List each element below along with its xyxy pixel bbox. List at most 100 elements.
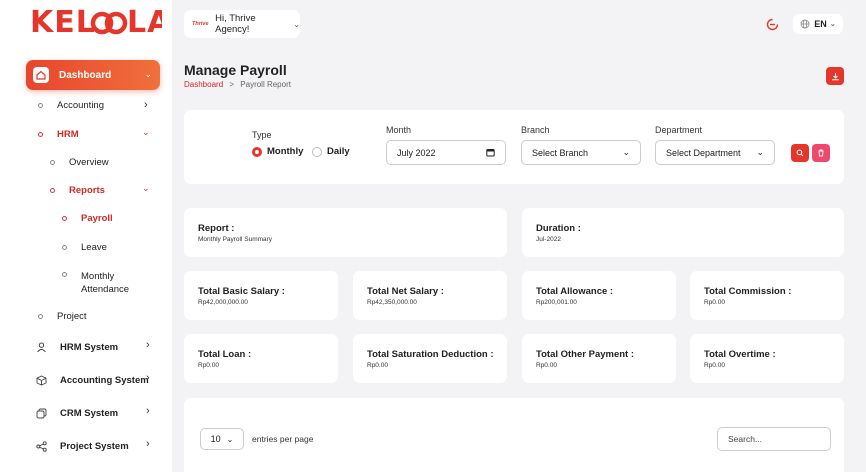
sidebar-item-label: Overview [69, 157, 109, 168]
sidebar-item-label: Leave [81, 242, 107, 253]
sidebar-item-label: Dashboard [59, 69, 112, 81]
chevron-down-icon: ⌄ [829, 21, 836, 28]
report-title: Report : [198, 223, 235, 234]
radio-unchecked-icon [312, 146, 322, 157]
sidebar-item-accounting[interactable]: Accounting [38, 100, 104, 111]
stat-card: Total Overtime : Rp0.00 [690, 334, 844, 383]
sidebar-item-hrm[interactable]: HRM [38, 129, 79, 140]
stat-value: Rp42,350,000.00 [367, 299, 417, 306]
bullet-icon [50, 188, 55, 193]
radio-daily[interactable]: Daily [312, 146, 350, 157]
stat-value: Rp42,000,000.00 [198, 299, 248, 306]
brand-logo[interactable]: KEL LA [30, 5, 170, 46]
stat-value: Rp0.00 [367, 362, 388, 369]
sidebar-item-crm-system[interactable]: CRM System [34, 406, 118, 420]
entries-label: entries per page [252, 434, 314, 444]
stat-value: Rp0.00 [536, 362, 557, 369]
month-picker[interactable]: July 2022 [386, 140, 506, 165]
stat-title: Total Loan : [198, 349, 252, 360]
chevron-down-icon: ⌄ [622, 147, 630, 157]
sidebar-item-dashboard[interactable]: Dashboard ⌄ [26, 60, 160, 90]
filter-card: Type Monthly Daily Month July 2022 Branc… [184, 110, 844, 184]
reset-button[interactable] [812, 144, 830, 162]
search-icon [796, 149, 804, 157]
bullet-icon [62, 245, 67, 250]
chevron-right-icon: › [144, 99, 148, 111]
radio-monthly[interactable]: Monthly [252, 146, 303, 157]
search-input[interactable] [717, 427, 831, 451]
sidebar-item-hrm-system[interactable]: HRM System [34, 340, 118, 354]
language-selector[interactable]: EN ⌄ [793, 14, 843, 34]
sidebar-item-label: HRM System [60, 341, 119, 353]
sidebar-item-project-system[interactable]: Project System [34, 439, 129, 453]
chevron-right-icon: › [146, 339, 150, 351]
account-switcher[interactable]: Thrive Hi, Thrive Agency! ⌄ [184, 10, 300, 38]
breadcrumb-home[interactable]: Dashboard [184, 80, 223, 89]
entries-per-page-select[interactable]: 10 ⌄ [200, 428, 244, 450]
keloola-logo-icon: KEL LA [30, 5, 170, 40]
stat-title: Total Net Salary : [367, 286, 444, 297]
sidebar-item-label: Payroll [81, 213, 113, 224]
sidebar-item-label: Accounting [57, 100, 105, 111]
radio-label: Daily [327, 146, 350, 157]
type-label: Type [252, 130, 272, 140]
sidebar-item-reports[interactable]: Reports [50, 185, 105, 196]
stat-card: Total Allowance : Rp200,001.00 [522, 271, 676, 320]
chevron-down-icon: ⌄ [142, 127, 150, 137]
chat-icon[interactable] [762, 14, 782, 34]
sidebar-item-accounting-system[interactable]: Accounting System [34, 373, 149, 387]
sidebar-item-monthly-attendance[interactable]: Monthly Attendance [62, 270, 129, 296]
duration-title: Duration : [536, 223, 581, 234]
branch-select[interactable]: Select Branch ⌄ [521, 140, 641, 165]
chevron-down-icon: ⌄ [142, 183, 150, 193]
sidebar-item-label: Reports [69, 185, 105, 196]
entries-value: 10 [210, 434, 221, 444]
download-icon [831, 72, 839, 80]
breadcrumb: Dashboard > Payroll Report [184, 80, 291, 89]
stat-card: Total Basic Salary : Rp42,000,000.00 [184, 271, 338, 320]
svg-text:KEL: KEL [30, 6, 96, 38]
sidebar-item-overview[interactable]: Overview [50, 157, 109, 168]
report-value: Monthly Payroll Summary [198, 236, 273, 243]
department-value: Select Department [666, 147, 741, 158]
bullet-icon [50, 160, 55, 165]
sidebar-item-payroll[interactable]: Payroll [62, 213, 113, 224]
search-button[interactable] [791, 144, 809, 162]
thrive-logo: Thrive [192, 21, 209, 27]
stat-title: Total Basic Salary : [198, 286, 285, 297]
sidebar-item-leave[interactable]: Leave [62, 242, 107, 253]
calendar-icon [486, 149, 495, 157]
stat-card: Total Other Payment : Rp0.00 [522, 334, 676, 383]
department-select[interactable]: Select Department ⌄ [655, 140, 775, 165]
sidebar-item-project[interactable]: Project [38, 311, 87, 322]
page-title: Manage Payroll [184, 62, 287, 78]
greeting-text: Hi, Thrive Agency! [215, 13, 256, 35]
svg-text:LA: LA [127, 6, 162, 38]
stat-value: Rp0.00 [704, 299, 725, 306]
download-button[interactable] [826, 67, 844, 85]
stat-card: Total Net Salary : Rp42,350,000.00 [353, 271, 507, 320]
sidebar-item-label: Project [57, 311, 87, 322]
chevron-down-icon: ⌄ [226, 434, 234, 444]
branch-value: Select Branch [532, 147, 589, 158]
breadcrumb-separator: > [229, 80, 235, 89]
stat-value: Rp0.00 [198, 362, 219, 369]
duration-value: Jul-2022 [536, 236, 561, 243]
chevron-down-icon: ⌄ [293, 19, 300, 29]
duration-card: Duration : Jul-2022 [522, 208, 844, 257]
sidebar-item-label: HRM [57, 129, 79, 140]
month-label: Month [386, 125, 412, 135]
bullet-icon [62, 216, 67, 221]
globe-icon [800, 19, 810, 29]
month-value: July 2022 [397, 147, 436, 158]
bullet-icon [38, 314, 43, 319]
chevron-right-icon: › [146, 438, 150, 450]
sidebar: KEL LA Dashboard ⌄ Accounting › HRM ⌄ Ov… [0, 0, 172, 472]
sidebar-item-label: Accounting System [60, 374, 149, 386]
layers-icon [34, 406, 48, 420]
stat-title: Total Overtime : [704, 349, 776, 360]
bullet-icon [38, 103, 43, 108]
breadcrumb-current: Payroll Report [240, 80, 291, 89]
branch-label: Branch [521, 125, 550, 135]
stat-card: Total Saturation Deduction : Rp0.00 [353, 334, 507, 383]
